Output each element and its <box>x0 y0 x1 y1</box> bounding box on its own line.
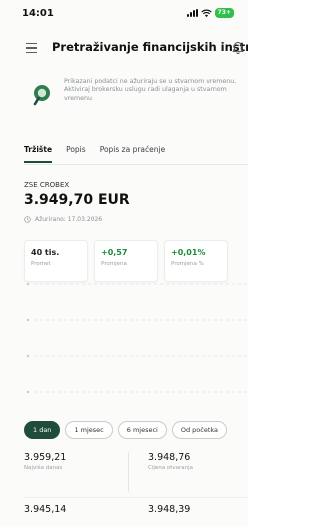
period-1-month[interactable]: 1 mjesec <box>65 421 113 439</box>
day-high: 3.959,21 Najviša danas <box>24 452 66 471</box>
status-icons: 73+ <box>186 8 234 18</box>
turnover-value: 40 tis. <box>31 248 60 257</box>
search-icon <box>33 85 50 106</box>
page-title: Pretraživanje financijskih instr... <box>52 40 248 54</box>
updated-text: Ažurirano: 17.03.2026 <box>35 216 103 223</box>
chart-axis-marker <box>26 390 30 394</box>
stat-previous-value: 3.948,39 <box>148 504 191 515</box>
realtime-notice: Prikazani podatci ne ažuriraju se u stva… <box>26 78 248 126</box>
updated-row: Ažurirano: 17.03.2026 <box>24 216 102 223</box>
chart-axis-marker <box>26 318 30 322</box>
signal-icon <box>186 9 198 17</box>
stat-low: 3.945,14 <box>24 504 66 515</box>
stat-low-value: 3.945,14 <box>24 504 67 515</box>
tab-watchlist[interactable]: Popis za praćenje <box>100 145 166 163</box>
day-high-label: Najviša danas <box>24 465 63 471</box>
day-high-value: 3.959,21 <box>24 452 67 463</box>
price-chart <box>26 282 248 394</box>
wifi-icon <box>200 9 212 17</box>
change-percent-label: Promjena % <box>171 261 204 267</box>
open-price: 3.948,76 Cijena otvaranja <box>148 452 193 471</box>
notice-text: Prikazani podatci ne ažuriraju se u stva… <box>64 78 237 102</box>
turnover-label: Promet <box>31 261 51 267</box>
stats-divider <box>128 452 129 492</box>
period-selector: 1 dan 1 mjesec 6 mjeseci Od početka <box>24 421 228 439</box>
app-screen: 14:01 73+ Pretraživanje financijskih ins… <box>0 0 248 526</box>
tabs-divider <box>24 164 248 165</box>
chart-axis-marker <box>26 282 30 286</box>
change-percent-value: +0,01% <box>171 248 206 257</box>
change-value: +0,57 <box>101 248 128 257</box>
battery-icon: 73+ <box>214 8 234 18</box>
change-label: Promjena <box>101 261 127 267</box>
bell-icon[interactable] <box>232 41 244 55</box>
top-bar: Pretraživanje financijskih instr... <box>0 38 248 60</box>
period-6-months[interactable]: 6 mjeseci <box>117 421 167 439</box>
status-bar: 14:01 73+ <box>0 0 248 28</box>
instrument-name: ZSE CROBEX <box>24 181 70 189</box>
period-1-day[interactable]: 1 dan <box>24 421 61 439</box>
clock-icon <box>24 216 31 223</box>
status-time: 14:01 <box>22 8 54 19</box>
open-price-value: 3.948,76 <box>148 452 191 463</box>
tab-list[interactable]: Popis <box>66 145 86 163</box>
stats-hline <box>24 497 248 498</box>
menu-icon[interactable] <box>26 43 37 53</box>
tab-market[interactable]: Tržište <box>24 145 53 163</box>
instrument-value: 3.949,70 EUR <box>24 192 130 208</box>
stat-previous: 3.948,39 <box>148 504 190 515</box>
open-price-label: Cijena otvaranja <box>148 465 194 471</box>
chart-axis-marker <box>26 354 30 358</box>
period-ytd[interactable]: Od početka <box>171 421 228 439</box>
